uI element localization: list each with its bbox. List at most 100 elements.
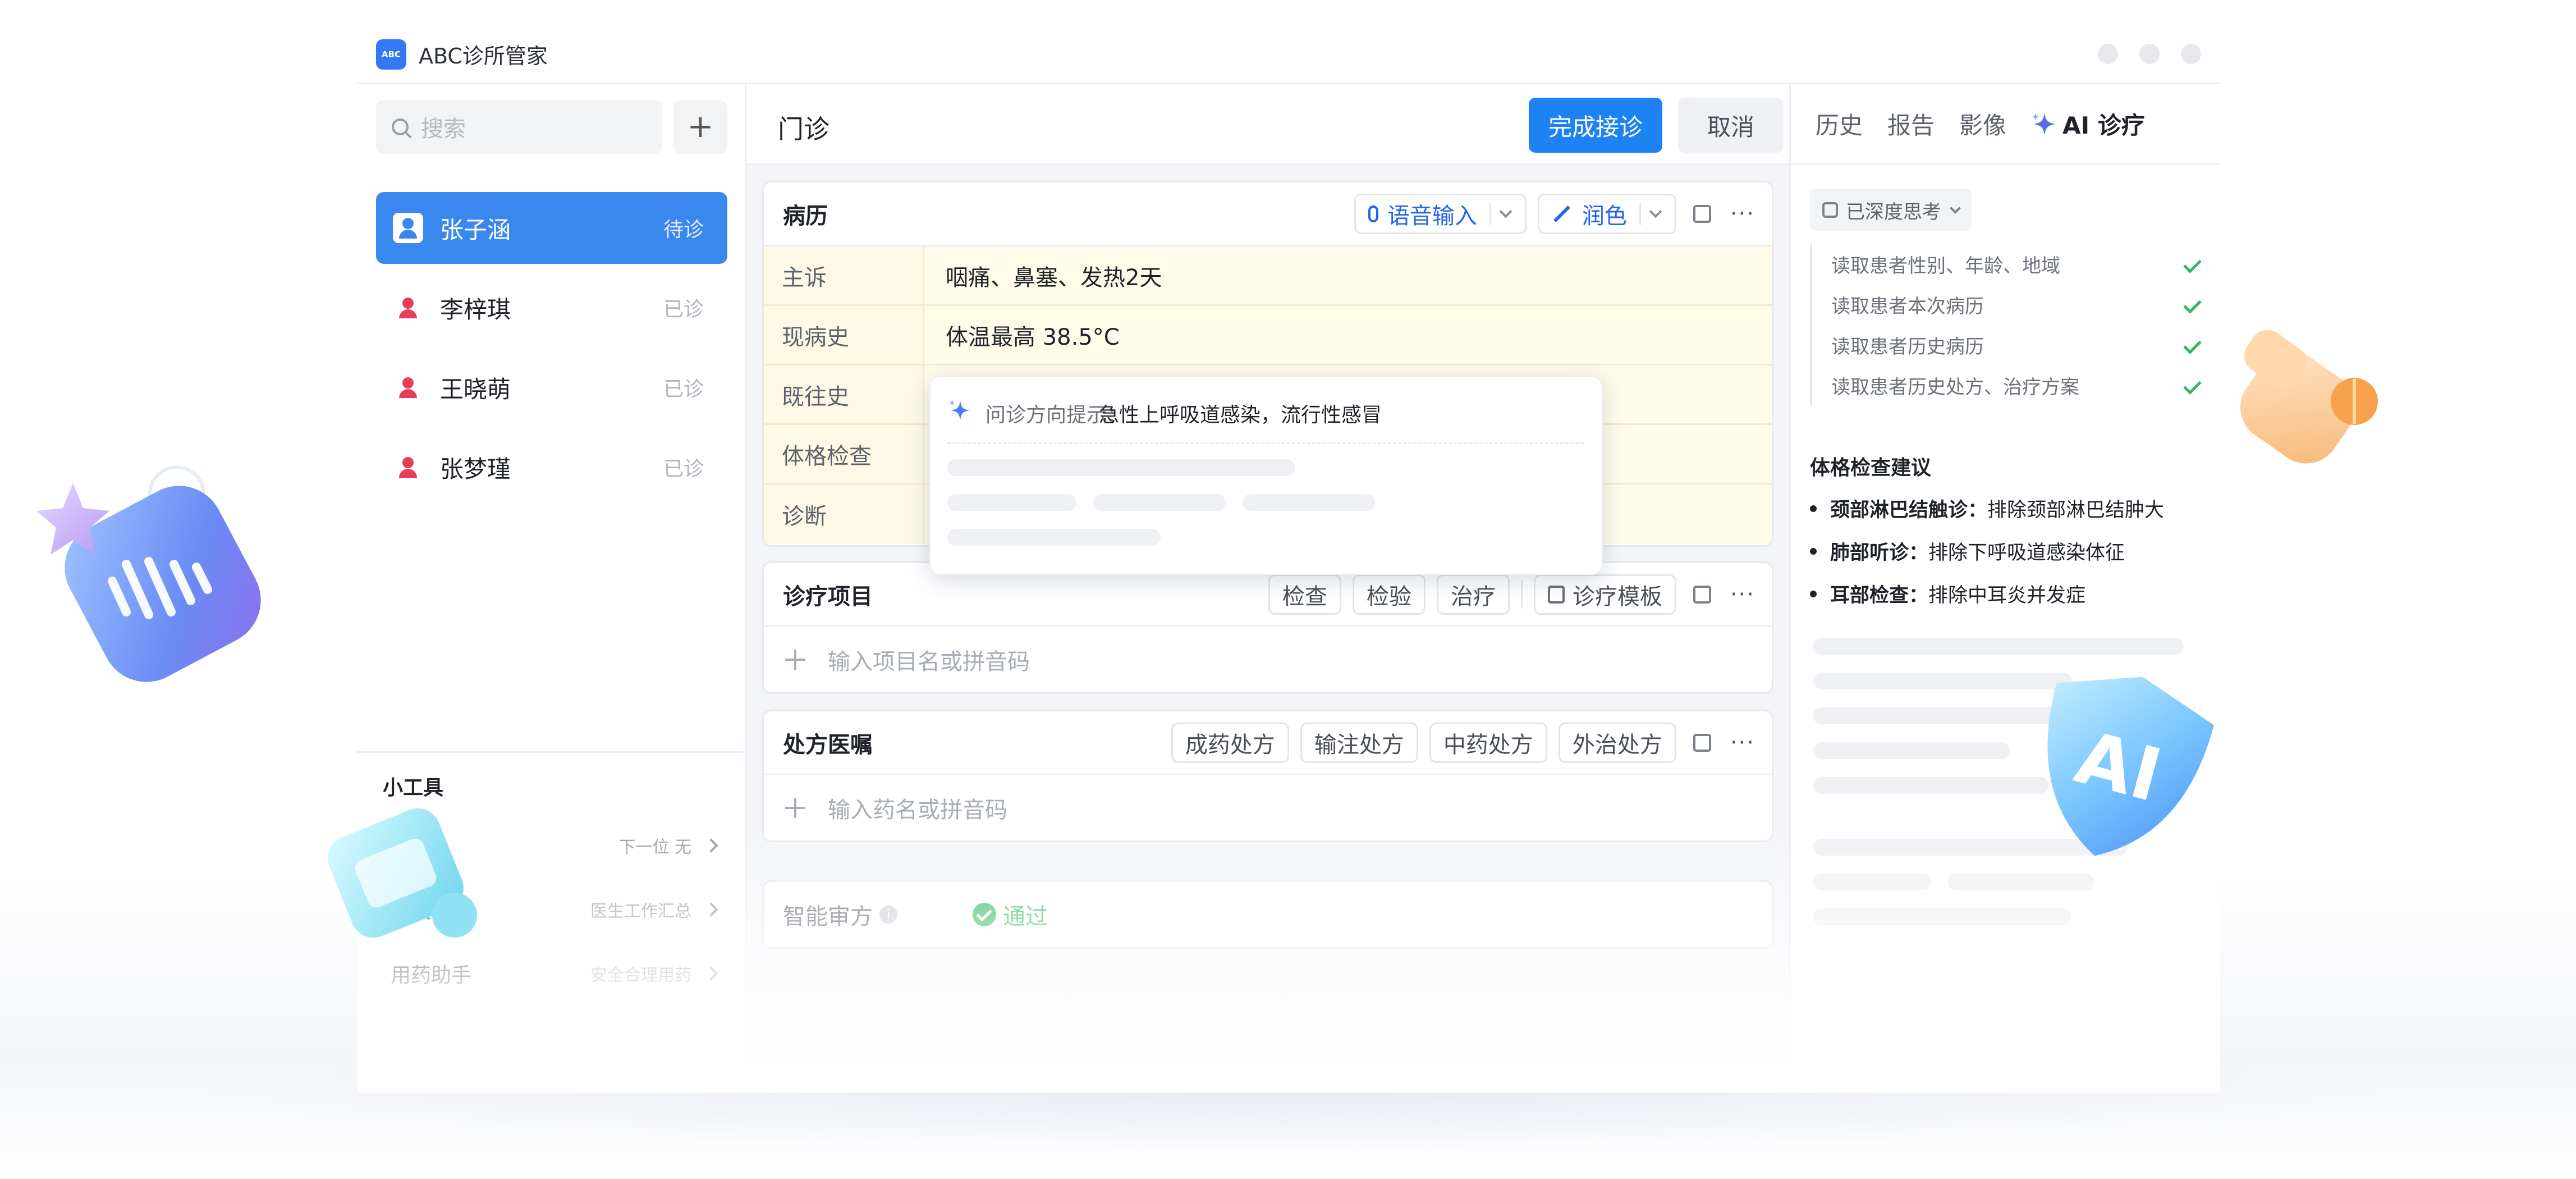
step-text: 读取患者历史处方、治疗方案	[1831, 376, 2079, 399]
thinking-steps: 读取患者性别、年龄、地域 读取患者本次病历 读取患者历史病历 读取患者历史处方、…	[1810, 244, 2202, 405]
more-icon[interactable]: ···	[1730, 730, 1755, 756]
tab-ai-label: AI 诊疗	[2062, 112, 2145, 139]
lab-button[interactable]: 检验	[1352, 574, 1425, 615]
thinking-icon	[1822, 202, 1838, 218]
plus-icon	[784, 648, 806, 671]
save-icon[interactable]	[1693, 586, 1711, 604]
record-row: 主诉 咽痛、鼻塞、发热2天	[764, 246, 1772, 306]
tab-report[interactable]: 报告	[1887, 107, 1935, 141]
record-row: 现病史 体温最高 38.5°C	[764, 306, 1772, 365]
tool-detail: 下一位 无	[618, 838, 691, 857]
complete-visit-button[interactable]: 完成接诊	[1529, 98, 1662, 153]
add-patient-button[interactable]: +	[673, 100, 727, 154]
tab-imaging[interactable]: 影像	[1959, 107, 2006, 141]
polish-button[interactable]: 润色	[1537, 194, 1676, 234]
audit-label: 智能审方	[783, 904, 873, 930]
suggestion-name: 颈部淋巴结触诊：	[1830, 499, 1988, 522]
save-icon[interactable]	[1693, 205, 1711, 223]
chevron-down-icon[interactable]	[1499, 205, 1512, 218]
patient-status: 已诊	[663, 298, 704, 321]
ai-shield-3d-icon: AI	[2047, 677, 2214, 856]
suggestion-detail: 排除颈部淋巴结肿大	[1987, 499, 2165, 522]
patient-status: 已诊	[663, 378, 704, 401]
prescription-placeholder: 输入药名或拼音码	[828, 797, 1007, 823]
check-icon	[2183, 336, 2202, 354]
plus-icon	[784, 797, 806, 819]
save-icon[interactable]	[1693, 734, 1711, 752]
card-title: 诊疗项目	[783, 583, 873, 610]
board-3d-icon	[328, 808, 477, 938]
deep-thinking-toggle[interactable]: 已深度思考	[1810, 189, 1972, 231]
suggestion-detail: 排除中耳炎并发症	[1928, 584, 2086, 607]
smart-audit-card: 智能审方 i 通过	[762, 880, 1773, 949]
voice-input-button[interactable]: 语音输入	[1354, 194, 1527, 234]
chevron-down-icon[interactable]	[1649, 205, 1662, 218]
loading-skeleton	[947, 494, 1076, 511]
prescription-input[interactable]: 输入药名或拼音码	[764, 775, 1772, 840]
herbal-button[interactable]: 中药处方	[1429, 723, 1547, 763]
present-illness-field[interactable]: 体温最高 38.5°C	[924, 306, 1772, 364]
loading-skeleton	[1813, 908, 2071, 925]
step-item: 读取患者本次病历	[1812, 284, 2202, 325]
pill-bottle-3d-icon	[2240, 330, 2378, 464]
chevron-right-icon	[704, 902, 718, 917]
patent-medicine-button[interactable]: 成药处方	[1171, 723, 1289, 763]
patient-item[interactable]: 张子涵 待诊	[376, 192, 727, 264]
tool-item-drug-assistant[interactable]: 用药助手 安全合理用药	[391, 957, 718, 990]
loading-skeleton	[1813, 874, 1931, 890]
patient-status: 待诊	[663, 218, 704, 241]
step-text: 读取患者本次病历	[1831, 295, 1984, 318]
patient-item[interactable]: 王晓萌 已诊	[376, 351, 727, 423]
infusion-button[interactable]: 输注处方	[1300, 723, 1418, 763]
patient-name: 李梓琪	[440, 295, 511, 323]
patient-item[interactable]: 张梦瑾 已诊	[376, 431, 727, 503]
suggestion-name: 耳部检查：	[1830, 584, 1929, 607]
chevron-right-icon	[704, 966, 718, 981]
treatment-template-button[interactable]: 诊疗模板	[1533, 574, 1676, 615]
check-icon	[2183, 295, 2202, 314]
patient-icon	[393, 452, 423, 482]
more-icon[interactable]: ···	[1730, 582, 1755, 607]
search-icon	[392, 118, 409, 135]
info-icon[interactable]: i	[879, 906, 897, 924]
right-tabs: 历史 报告 影像 AI 诊疗	[1791, 84, 2220, 165]
step-text: 读取患者性别、年龄、地域	[1831, 254, 2060, 277]
search-input[interactable]: 搜索	[376, 100, 662, 154]
tool-name: 用药助手	[391, 964, 472, 987]
loading-skeleton	[1813, 777, 2049, 794]
patient-icon	[393, 293, 423, 323]
record-label: 主诉	[764, 246, 924, 304]
maximize-button[interactable]	[2139, 44, 2160, 64]
voice-3d-icon	[36, 465, 261, 682]
loading-skeleton	[947, 529, 1161, 546]
tab-ai-diagnosis[interactable]: AI 诊疗	[2031, 107, 2145, 141]
close-button[interactable]	[2181, 44, 2201, 64]
exam-button[interactable]: 检查	[1268, 574, 1341, 615]
prescription-card: 处方医嘱 成药处方 输注处方 中药处方 外治处方 ··· 输入药名或拼音码	[762, 710, 1773, 842]
polish-label: 润色	[1582, 203, 1627, 229]
tab-history[interactable]: 历史	[1816, 107, 1863, 141]
more-icon[interactable]: ···	[1730, 201, 1755, 227]
diagnosis-hint-popup: 问诊方向提示： 急性上呼吸道感染，流行性感冒	[929, 376, 1603, 575]
treatment-placeholder: 输入项目名或拼音码	[828, 649, 1030, 675]
card-header: 处方医嘱 成药处方 输注处方 中药处方 外治处方 ···	[764, 711, 1772, 775]
loading-skeleton	[1093, 494, 1226, 511]
patient-item[interactable]: 李梓琪 已诊	[376, 272, 727, 344]
record-toolbar: 语音输入 润色 ···	[1354, 194, 1755, 234]
external-treatment-button[interactable]: 外治处方	[1558, 723, 1676, 763]
main-header: 门诊 完成接诊 取消	[746, 84, 1789, 165]
treatment-input[interactable]: 输入项目名或拼音码	[764, 627, 1772, 692]
tools-divider	[357, 751, 745, 753]
loading-skeleton	[1813, 742, 2010, 759]
suggestion-name: 肺部听诊：	[1830, 542, 1929, 564]
therapy-button[interactable]: 治疗	[1436, 574, 1510, 615]
tool-detail: 安全合理用药	[590, 966, 691, 985]
step-item: 读取患者历史处方、治疗方案	[1812, 365, 2202, 405]
app-logo: ABC	[376, 39, 406, 70]
deep-thinking-label: 已深度思考	[1846, 200, 1941, 223]
title-bar: ABC ABC诊所管家	[357, 26, 2220, 84]
minimize-button[interactable]	[2098, 44, 2118, 64]
app-title: ABC诊所管家	[419, 44, 548, 68]
chief-complaint-field[interactable]: 咽痛、鼻塞、发热2天	[924, 246, 1772, 304]
cancel-button[interactable]: 取消	[1678, 98, 1784, 153]
